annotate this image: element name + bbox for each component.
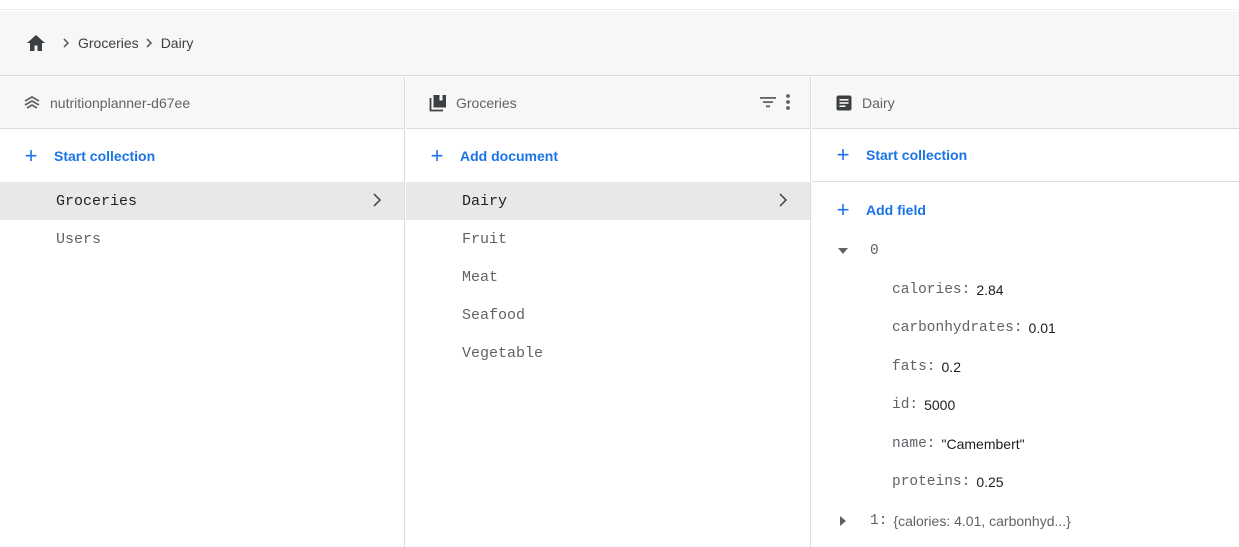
plus-icon: +: [836, 142, 850, 167]
list-item-dairy[interactable]: Dairy: [406, 182, 810, 220]
field-row-name[interactable]: name: "Camembert": [812, 425, 1239, 464]
add-field-button[interactable]: + Add field: [812, 182, 1239, 238]
more-vert-icon[interactable]: [784, 92, 792, 115]
start-collection-button[interactable]: + Start collection: [0, 129, 404, 182]
chevron-right-icon: [778, 192, 788, 213]
collection-icon: [428, 93, 448, 113]
home-icon[interactable]: [26, 33, 46, 53]
field-row-id[interactable]: id: 5000: [812, 386, 1239, 425]
chevron-right-icon: [145, 38, 153, 48]
field-group-expanded[interactable]: 0: [812, 232, 1239, 271]
field-row-carbonhydrates[interactable]: carbonhydrates: 0.01: [812, 309, 1239, 348]
collection-title: Groceries: [456, 94, 517, 111]
list-item-fruit[interactable]: Fruit: [406, 220, 810, 258]
collection-panel-header: Groceries: [406, 77, 810, 129]
document-panel: Dairy + Start collection + Add field 0 c…: [812, 77, 1239, 547]
field-tree: 0 calories: 2.84 carbonhydrates: 0.01 fa…: [812, 238, 1239, 540]
breadcrumb-item-dairy[interactable]: Dairy: [161, 35, 194, 51]
root-panel-header: nutritionplanner-d67ee: [0, 77, 404, 129]
database-stack-icon: [22, 93, 42, 113]
collection-list: Groceries Users: [0, 182, 404, 258]
filter-icon[interactable]: [758, 92, 778, 115]
collection-tools: [758, 92, 792, 115]
project-title: nutritionplanner-d67ee: [50, 94, 191, 111]
collection-panel: Groceries + Add document Dairy Fruit Mea…: [406, 77, 811, 547]
field-row-calories[interactable]: calories: 2.84: [812, 271, 1239, 310]
document-title: Dairy: [862, 94, 895, 111]
list-item-vegetable[interactable]: Vegetable: [406, 334, 810, 372]
root-panel: nutritionplanner-d67ee + Start collectio…: [0, 77, 405, 547]
list-item-meat[interactable]: Meat: [406, 258, 810, 296]
breadcrumb: Groceries Dairy: [0, 11, 1239, 76]
add-document-button[interactable]: + Add document: [406, 129, 810, 182]
plus-icon: +: [836, 197, 850, 222]
list-item-seafood[interactable]: Seafood: [406, 296, 810, 334]
list-item-users[interactable]: Users: [0, 220, 404, 258]
list-item-groceries[interactable]: Groceries: [0, 182, 404, 220]
breadcrumb-item-groceries[interactable]: Groceries: [78, 35, 139, 51]
caret-down-icon[interactable]: [838, 248, 848, 255]
document-icon: [834, 93, 854, 113]
top-strip: [0, 0, 1239, 10]
caret-right-icon[interactable]: [838, 515, 848, 526]
field-group-collapsed[interactable]: 1: {calories: 4.01, carbonhyd...}: [812, 502, 1239, 541]
document-panel-header: Dairy: [812, 77, 1239, 129]
chevron-right-icon: [372, 192, 382, 213]
field-row-fats[interactable]: fats: 0.2: [812, 348, 1239, 387]
document-list: Dairy Fruit Meat Seafood Vegetable: [406, 182, 810, 372]
field-row-proteins[interactable]: proteins: 0.25: [812, 463, 1239, 502]
plus-icon: +: [24, 142, 38, 168]
chevron-right-icon: [62, 38, 70, 48]
plus-icon: +: [430, 142, 444, 168]
start-subcollection-button[interactable]: + Start collection: [812, 129, 1239, 182]
